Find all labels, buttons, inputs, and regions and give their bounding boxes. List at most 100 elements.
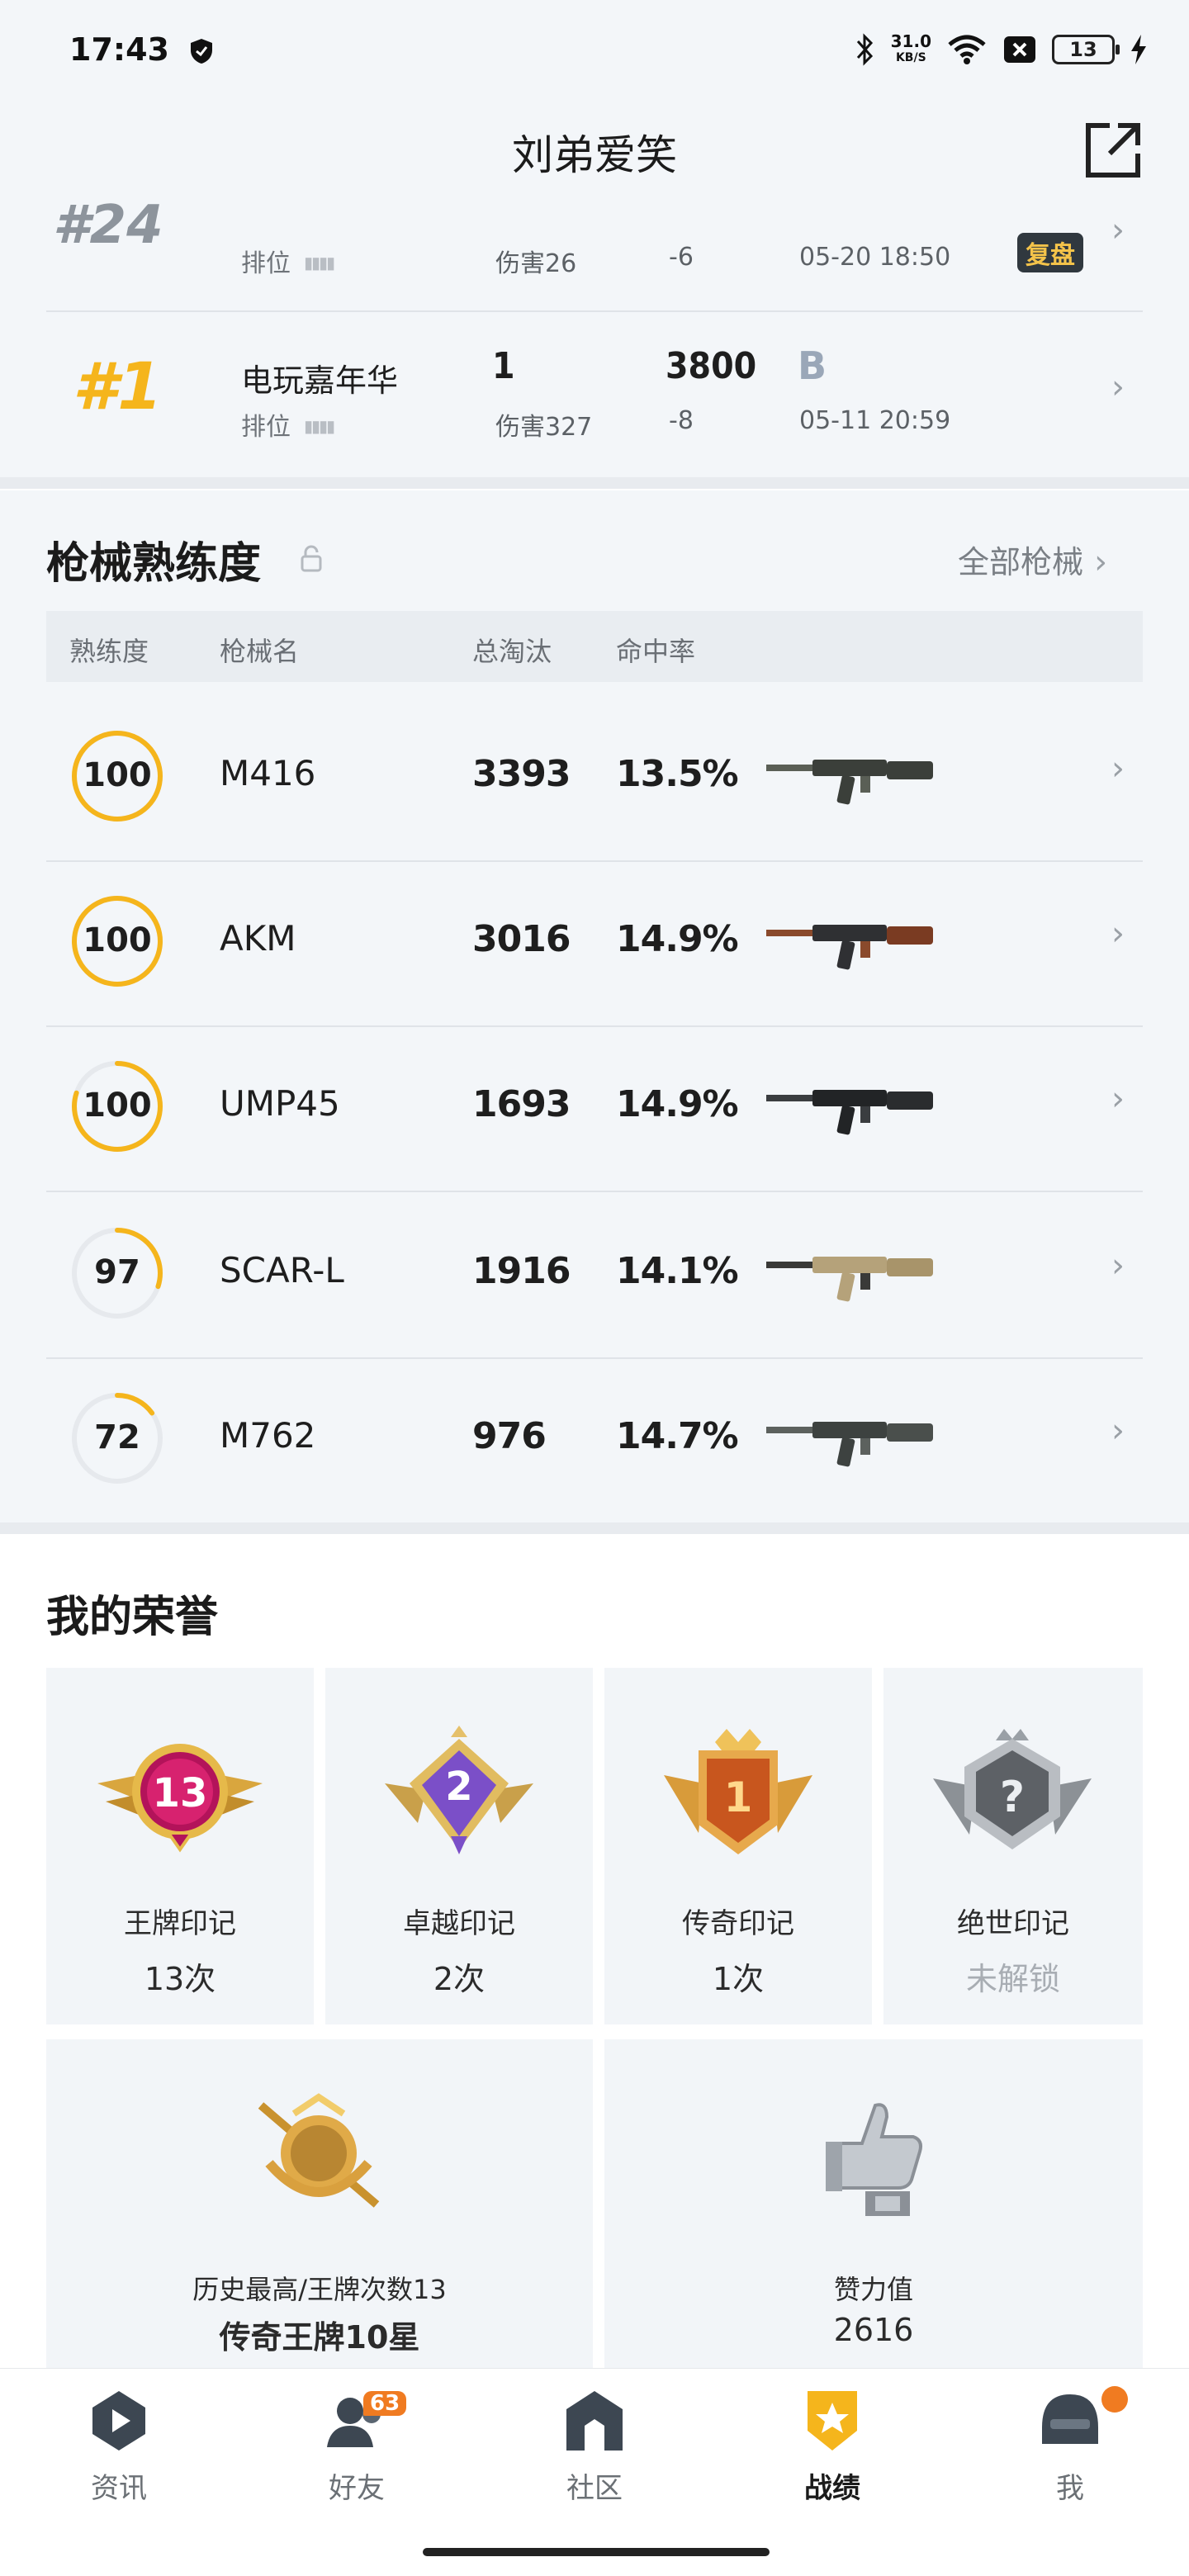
tab-friends[interactable]: 好友 63 [238, 2386, 476, 2518]
friends-count-badge: 63 [363, 2391, 407, 2416]
tab-label: 资讯 [91, 2472, 147, 2505]
m416-rifle-icon [766, 760, 933, 805]
honor-label: 传奇印记 [682, 1907, 794, 1940]
weapon-row[interactable]: 100 AKM 3016 14.9% › [46, 859, 1143, 1024]
match-kills: 1 [492, 345, 515, 387]
highest-rank-card[interactable]: 历史最高/王牌次数13 传奇王牌10星 [46, 2039, 593, 2368]
wifi-icon [948, 35, 986, 64]
svg-text:13: 13 [153, 1770, 208, 1816]
proficiency-level: 97 [94, 1253, 140, 1291]
weapon-name: M416 [220, 753, 316, 793]
legend-ace-crest-icon [258, 2093, 380, 2208]
weapon-kills: 976 [472, 1415, 547, 1457]
sim-off-icon [1004, 36, 1035, 63]
chevron-right-icon: › [1094, 543, 1108, 581]
tab-community[interactable]: 社区 [476, 2386, 713, 2518]
bluetooth-icon [856, 33, 873, 66]
col-proficiency: 熟练度 [69, 636, 149, 667]
weapon-kills: 3393 [472, 753, 571, 795]
m762-rifle-icon [766, 1422, 933, 1467]
match-row[interactable]: #1 电玩嘉年华 排位 ▮▮▮▮ 1 伤害327 3800 -8 B 05-11… [46, 312, 1143, 477]
weapon-row[interactable]: 100 UMP45 1693 14.9% › [46, 1024, 1143, 1189]
charging-icon [1131, 35, 1146, 64]
rank-dots-icon: ▮▮▮▮ [304, 416, 335, 436]
honor-card-peerless[interactable]: ? 绝世印记 未解锁 [883, 1668, 1143, 2024]
home-indicator[interactable] [423, 2548, 770, 2556]
match-change: -8 [669, 406, 694, 435]
weapon-hit-rate: 13.5% [616, 753, 739, 795]
weapon-row[interactable]: 97 SCAR-L 1916 14.1% › [46, 1191, 1143, 1356]
tab-label: 我 [1056, 2472, 1084, 2505]
helmet-avatar-icon [1042, 2394, 1098, 2444]
net-speed: 31.0 KB/S [890, 31, 931, 64]
chevron-right-icon: › [1111, 1080, 1125, 1118]
match-row[interactable]: #24 排位 ▮▮▮▮ 伤害26 -6 05-20 18:50 复盘 › [46, 195, 1143, 310]
match-damage: 伤害26 [495, 249, 577, 278]
weapon-name: UMP45 [220, 1083, 340, 1124]
replay-button[interactable]: 复盘 [1017, 233, 1083, 272]
svg-text:2: 2 [445, 1764, 472, 1810]
scar-rifle-icon [766, 1257, 933, 1302]
proficiency-level: 100 [83, 756, 152, 794]
peerless-badge-locked-icon: ? [933, 1729, 1092, 1849]
tab-label: 社区 [566, 2472, 623, 2505]
page-title: 刘弟爱笑 [512, 131, 677, 179]
proficiency-level: 72 [94, 1418, 140, 1456]
weapon-hit-rate: 14.9% [616, 918, 739, 960]
tab-news[interactable]: 资讯 [0, 2386, 238, 2518]
section-title: 我的荣誉 [46, 1593, 219, 1642]
tab-label: 好友 [329, 2472, 385, 2505]
honor-label: 王牌印记 [124, 1907, 236, 1940]
honor-card-legend[interactable]: 1 传奇印记 1次 [604, 1668, 872, 2024]
honor-card-excellence[interactable]: 2 卓越印记 2次 [325, 1668, 593, 2024]
weapon-row[interactable]: 72 M762 976 14.7% › [46, 1356, 1143, 1521]
legend-badge-icon: 1 [664, 1729, 812, 1854]
likes-label: 赞力值 [833, 2274, 913, 2305]
thumbs-up-trophy-icon [826, 2103, 922, 2216]
honor-value: 13次 [144, 1961, 216, 1997]
match-time: 05-11 20:59 [799, 406, 951, 435]
tab-me[interactable]: 我 [951, 2386, 1189, 2518]
weapon-hit-rate: 14.7% [616, 1415, 739, 1457]
match-rank: #1 [73, 350, 163, 424]
excellence-badge-icon: 2 [385, 1726, 533, 1854]
weapon-kills: 1693 [472, 1083, 571, 1125]
chevron-right-icon: › [1111, 750, 1125, 788]
tab-records[interactable]: 战绩 [713, 2386, 951, 2518]
weapon-kills: 1916 [472, 1250, 571, 1292]
weapon-name: SCAR-L [220, 1250, 344, 1290]
match-type: 排位 [241, 413, 291, 442]
match-damage: 伤害327 [495, 413, 593, 442]
notification-dot [1101, 2386, 1128, 2413]
match-score: 3800 [666, 345, 757, 387]
honor-card-ace[interactable]: 13 王牌印记 13次 [46, 1668, 314, 2024]
match-mode: 电玩嘉年华 [241, 362, 399, 399]
section-divider [0, 1522, 1189, 1534]
proficiency-level: 100 [83, 921, 152, 959]
likes-value: 2616 [833, 2312, 914, 2348]
weapon-row[interactable]: 100 M416 3393 13.5% › [46, 694, 1143, 859]
chevron-right-icon: › [1111, 915, 1125, 953]
svg-text:1: 1 [724, 1773, 753, 1821]
honor-label: 卓越印记 [403, 1907, 515, 1940]
weapon-kills: 3016 [472, 918, 571, 960]
status-icons: 31.0 KB/S 13 [855, 30, 1148, 69]
weapon-name: M762 [220, 1415, 316, 1456]
all-weapons-link[interactable]: 全部枪械 › [958, 537, 1107, 582]
likes-card[interactable]: 赞力值 2616 [604, 2039, 1143, 2368]
chevron-right-icon: › [1111, 368, 1125, 406]
chevron-right-icon: › [1111, 1412, 1125, 1450]
honor-value: 2次 [433, 1961, 486, 1997]
match-grade: B [798, 343, 827, 388]
weapon-hit-rate: 14.1% [616, 1250, 739, 1292]
share-icon[interactable] [1082, 119, 1144, 182]
svg-text:?: ? [1000, 1773, 1025, 1822]
match-time: 05-20 18:50 [799, 243, 951, 272]
section-divider [0, 477, 1189, 489]
lock-icon[interactable] [299, 545, 324, 573]
match-type: 排位 [241, 249, 291, 278]
col-hit-rate: 命中率 [616, 636, 696, 667]
tab-label: 战绩 [804, 2472, 860, 2505]
honor-value: 1次 [712, 1961, 765, 1997]
honor-value: 未解锁 [965, 1961, 1060, 1997]
